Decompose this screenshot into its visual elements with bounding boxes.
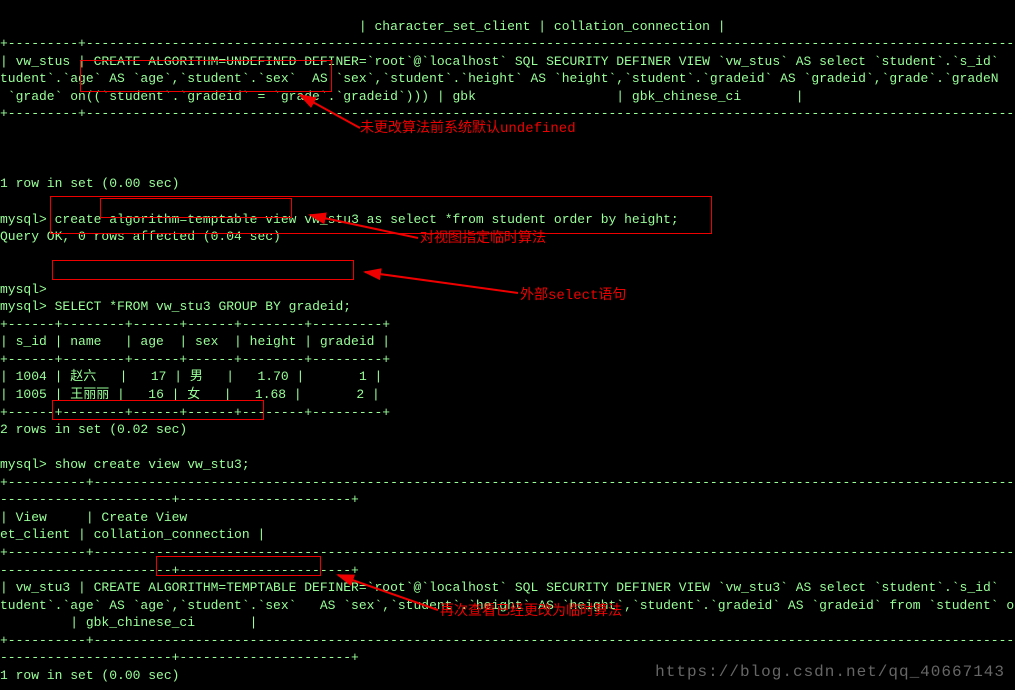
mysql-prompt: mysql>	[0, 299, 47, 314]
separator: +----------+----------------------------…	[0, 475, 1015, 490]
cell-sex: 男	[190, 369, 203, 384]
show-create-command[interactable]: show create view vw_stu3;	[55, 457, 250, 472]
separator: +---------+-----------------------------…	[0, 36, 1015, 51]
cell-gradeid: 1	[359, 369, 367, 384]
cell-s_id: 1004	[16, 369, 47, 384]
rows-in-set: 1 row in set (0.00 sec)	[0, 668, 179, 683]
view2-line3: | gbk_chinese_ci |	[0, 615, 257, 630]
annotation-select: 外部select语句	[520, 287, 626, 306]
cell-s_id: 1005	[16, 387, 47, 402]
view1-line3: `grade` on((`student`.`gradeid` = `grade…	[0, 89, 804, 104]
annotation-changed: 再次查看已经更改为临时算法	[440, 603, 622, 622]
table-separator: +------+--------+------+------+--------+…	[0, 317, 390, 332]
annotation-temptable: 对视图指定临时算法	[420, 230, 546, 249]
cell-age: 16	[148, 387, 164, 402]
select-command[interactable]: SELECT *FROM vw_stu3 GROUP BY gradeid;	[55, 299, 351, 314]
col-charset: et_client | collation_connection |	[0, 527, 265, 542]
header-columns: | character_set_client | collation_conne…	[0, 19, 726, 34]
mysql-prompt: mysql>	[0, 212, 47, 227]
table-separator: +------+--------+------+------+--------+…	[0, 352, 390, 367]
cell-name: 赵六	[70, 369, 96, 384]
view1-line2: tudent`.`age` AS `age`,`student`.`sex` A…	[0, 71, 999, 86]
table-separator: +------+--------+------+------+--------+…	[0, 405, 390, 420]
view1-line1: | vw_stus | CREATE ALGORITHM=UNDEFINED D…	[0, 54, 999, 69]
annotation-undefined: 未更改算法前系统默认undefined	[360, 120, 576, 139]
query-ok: Query OK, 0 rows affected (0.04 sec)	[0, 229, 281, 244]
cell-name: 王丽丽	[70, 387, 109, 402]
view2-line1: | vw_stu3 | CREATE ALGORITHM=TEMPTABLE D…	[0, 580, 999, 595]
rows-in-set: 2 rows in set (0.02 sec)	[0, 422, 187, 437]
terminal-output: | character_set_client | collation_conne…	[0, 0, 1015, 684]
create-view-command[interactable]: create algorithm=temptable view vw_stu3 …	[55, 212, 679, 227]
mysql-prompt: mysql>	[0, 282, 47, 297]
table-header: | s_id | name | age | sex | height | gra…	[0, 334, 390, 349]
cell-gradeid: 2	[356, 387, 364, 402]
watermark: https://blog.csdn.net/qq_40667143	[655, 662, 1005, 684]
cell-height: 1.70	[258, 369, 289, 384]
cell-age: 17	[151, 369, 167, 384]
mysql-prompt: mysql>	[0, 457, 47, 472]
rows-in-set: 1 row in set (0.00 sec)	[0, 176, 179, 191]
cell-sex: 女	[187, 387, 200, 402]
separator: +----------+----------------------------…	[0, 545, 1015, 560]
cell-height: 1.68	[255, 387, 286, 402]
col-view: | View | Create View	[0, 510, 187, 525]
separator: +----------+----------------------------…	[0, 633, 1015, 648]
